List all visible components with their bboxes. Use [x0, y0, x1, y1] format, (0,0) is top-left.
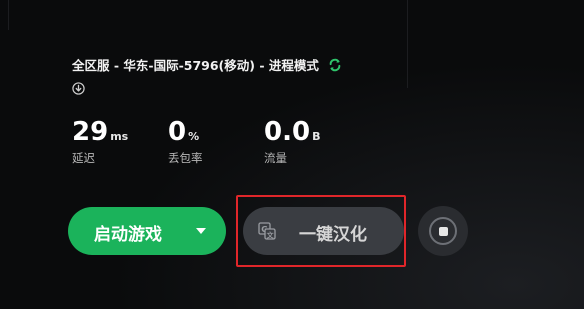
traffic-label: 流量: [264, 151, 287, 165]
latency-stat: 29 ms 延迟: [72, 118, 128, 166]
highlight-annotation-box: [236, 195, 406, 267]
latency-value: 29: [72, 117, 109, 147]
server-info-row: 全区服 - 华东-国际-5796(移动) - 进程模式: [72, 55, 342, 74]
latency-label: 延迟: [72, 151, 95, 165]
traffic-unit: B: [312, 130, 321, 143]
accelerator-panel: 全区服 - 华东-国际-5796(移动) - 进程模式 29 ms 延迟 0 %…: [0, 0, 584, 309]
traffic-stat: 0.0 B 流量: [264, 118, 320, 166]
vertical-divider: [407, 0, 408, 88]
latency-unit: ms: [110, 130, 129, 143]
packet-loss-label: 丢包率: [168, 151, 203, 165]
launch-game-button[interactable]: 启动游戏: [68, 207, 226, 255]
stop-icon: [439, 227, 448, 236]
packet-loss-stat: 0 % 丢包率: [168, 118, 203, 166]
stop-button[interactable]: [418, 206, 468, 256]
traffic-value: 0.0: [264, 117, 311, 147]
packet-loss-value: 0: [168, 117, 187, 147]
launch-game-label: 启动游戏: [94, 225, 162, 245]
stop-ring: [429, 217, 457, 245]
left-edge-divider: [8, 0, 9, 30]
sync-arrows-icon[interactable]: [328, 58, 342, 72]
chevron-down-icon[interactable]: [196, 228, 206, 234]
circle-down-arrow-icon[interactable]: [72, 82, 85, 95]
server-info-text: 全区服 - 华东-国际-5796(移动) - 进程模式: [72, 58, 319, 73]
packet-loss-unit: %: [188, 130, 200, 143]
